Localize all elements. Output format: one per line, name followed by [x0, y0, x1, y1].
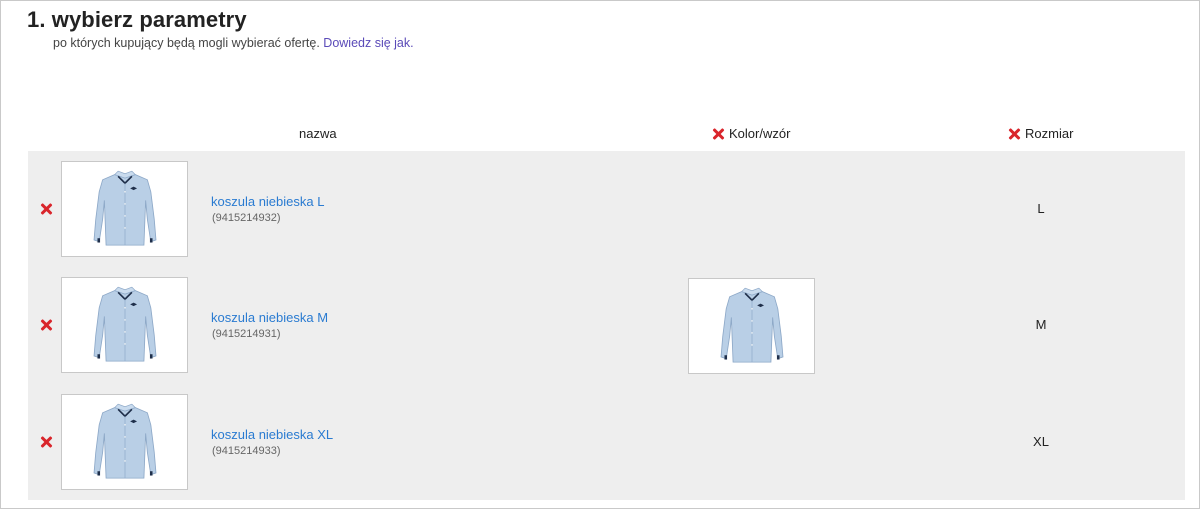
table-row: koszula niebieska XL (9415214933) XL: [28, 384, 1185, 500]
table-row: koszula niebieska L (9415214932) L: [28, 151, 1185, 267]
size-value: M: [1035, 317, 1047, 332]
remove-row-icon[interactable]: [40, 319, 52, 331]
help-link[interactable]: Dowiedz się jak.: [323, 36, 413, 50]
product-id: (9415214931): [212, 328, 281, 340]
product-name-link[interactable]: koszula niebieska L: [211, 194, 324, 209]
product-id: (9415214932): [212, 212, 281, 224]
shirt-icon: [82, 397, 168, 487]
table-row: koszula niebieska M (9415214931) M: [28, 267, 1185, 383]
product-name-link[interactable]: koszula niebieska M: [211, 310, 328, 325]
section-subtitle: po których kupujący będą mogli wybierać …: [53, 36, 414, 50]
product-image: [61, 394, 188, 490]
product-image: [61, 277, 188, 373]
section-title: 1. wybierz parametry: [27, 7, 247, 32]
product-image: [61, 161, 188, 257]
remove-row-icon[interactable]: [40, 436, 52, 448]
column-header-name: nazwa: [299, 126, 337, 141]
size-value: L: [1037, 201, 1045, 216]
product-name-link[interactable]: koszula niebieska XL: [211, 427, 333, 442]
column-header-size: Rozmiar: [1008, 126, 1073, 141]
parameters-panel: 1. wybierz parametry po których kupujący…: [0, 0, 1200, 509]
subtitle-text: po których kupujący będą mogli wybierać …: [53, 36, 320, 50]
product-id: (9415214933): [212, 445, 281, 457]
column-header-name-label: nazwa: [299, 126, 337, 141]
remove-size-column-icon[interactable]: [1008, 128, 1020, 140]
remove-color-column-icon[interactable]: [712, 128, 724, 140]
column-header-color-label: Kolor/wzór: [729, 126, 791, 141]
shirt-icon: [82, 280, 168, 370]
color-pattern-image[interactable]: [688, 278, 815, 374]
shirt-icon: [709, 281, 795, 371]
remove-row-icon[interactable]: [40, 203, 52, 215]
column-header-color: Kolor/wzór: [712, 126, 790, 141]
shirt-icon: [82, 164, 168, 254]
column-header-size-label: Rozmiar: [1025, 126, 1074, 141]
size-value: XL: [1033, 434, 1049, 449]
